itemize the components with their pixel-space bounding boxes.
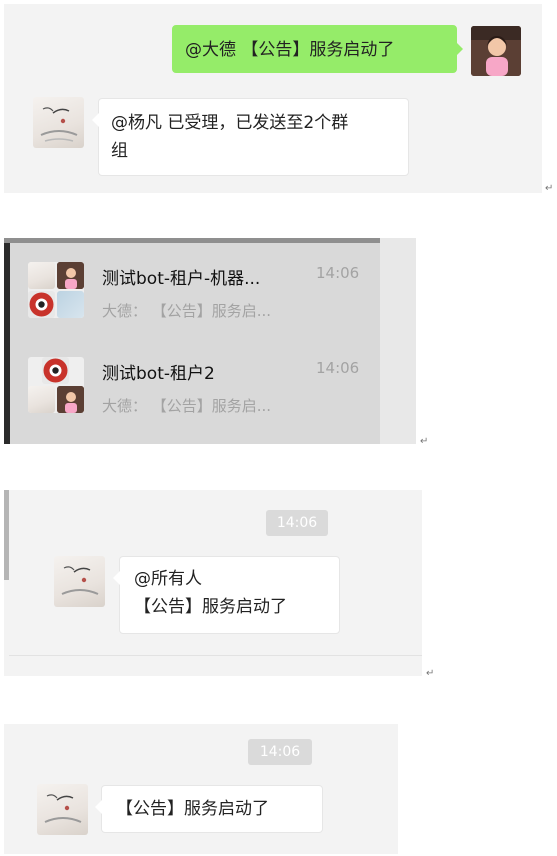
return-mark: ↵ [545,183,554,194]
group-avatar-icon [28,262,84,318]
group-avatar-icon [28,357,84,413]
child-photo-avatar-icon[interactable] [471,26,521,76]
announcement-message-bubble[interactable]: @所有人 【公告】服务启动了 [113,556,340,634]
child-photo-avatar-icon [57,386,84,413]
announcement-line: 【公告】服务启动了 [134,597,287,617]
chat-name: 测试bot-租户-机器... [102,269,261,289]
chat-time: 14:06 [316,264,360,282]
timestamp-pill: 14:06 [248,739,312,765]
chat-preview: 大德： 【公告】服务启... [102,302,272,320]
ink-painting-avatar-icon[interactable] [33,97,84,148]
chat-name: 测试bot-租户2 [102,364,215,384]
chat-list-item[interactable]: 测试bot-租户2 14:06 大德： 【公告】服务启... [10,345,380,435]
chat-panel-3-divider [9,655,422,656]
mention-line: @所有人 [134,569,202,589]
announcement-message-bubble[interactable]: 【公告】服务启动了 [95,785,323,833]
reply-message-line2: 组 [111,141,128,161]
reply-message-line1: @杨凡 已受理，已发送至2个群 [111,113,349,133]
child-photo-avatar-icon [57,262,84,289]
outgoing-message-bubble[interactable]: @大德 【公告】服务启动了 [172,25,463,73]
chat-panel-3-left-border [4,490,9,580]
timestamp-pill: 14:06 [266,510,328,536]
return-mark: ↵ [420,436,429,447]
outgoing-message-text: @大德 【公告】服务启动了 [185,40,395,60]
ink-painting-avatar-icon[interactable] [37,784,88,835]
chat-list-item[interactable]: 测试bot-租户-机器... 14:06 大德： 【公告】服务启... [10,250,380,340]
ink-painting-avatar-icon[interactable] [54,556,105,607]
red-eye-avatar-icon [42,357,69,384]
sky-photo-avatar-icon [57,291,84,318]
chat-preview: 大德： 【公告】服务启... [102,397,272,415]
return-mark: ↵ [426,668,435,679]
reply-message-bubble[interactable]: @杨凡 已受理，已发送至2个群 组 [92,98,409,176]
ink-painting-avatar-icon [28,386,55,413]
announcement-text: 【公告】服务启动了 [116,799,269,819]
red-eye-avatar-icon [28,291,55,318]
chat-time: 14:06 [316,359,360,377]
ink-painting-avatar-icon [28,262,55,289]
